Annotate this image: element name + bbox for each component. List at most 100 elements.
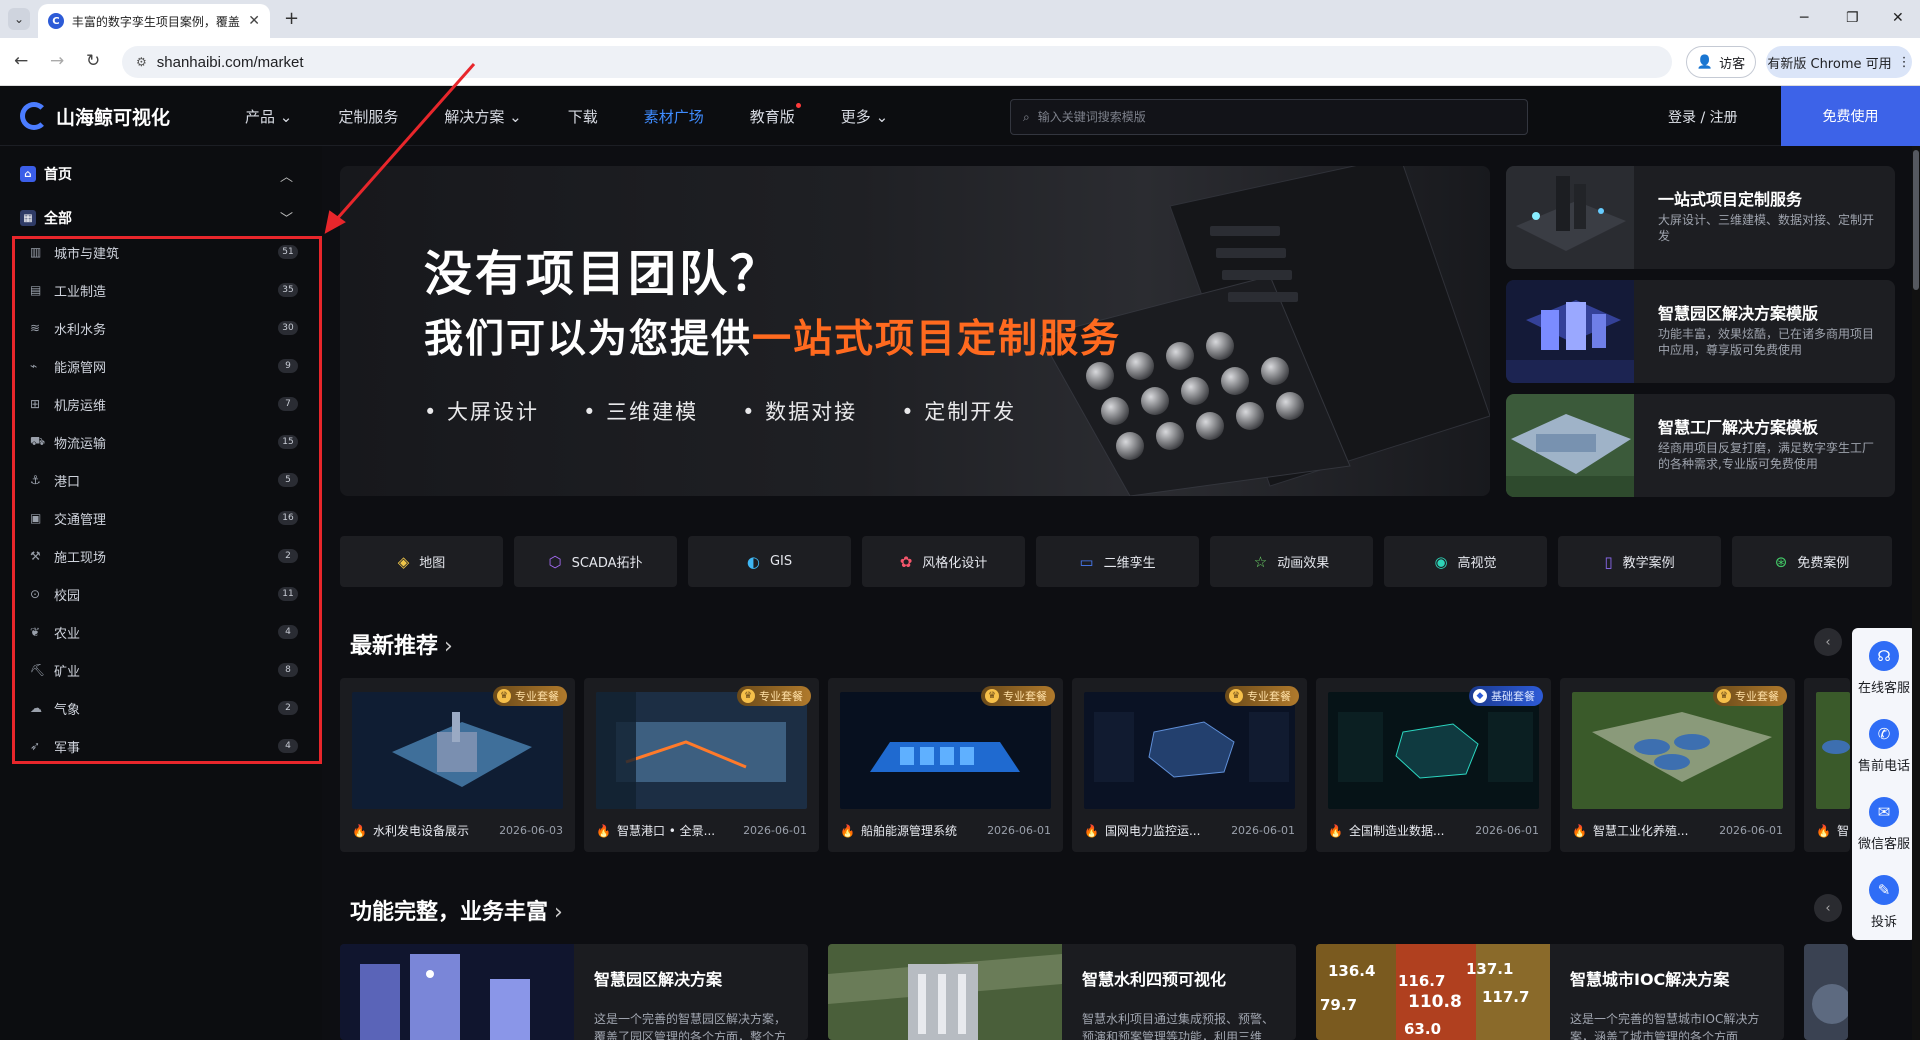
rocket-icon: ➶	[30, 739, 41, 753]
sidebar-item-industry[interactable]: ▤ 工业制造 35	[30, 278, 300, 302]
sidebar-item-weather[interactable]: ☁ 气象 2	[30, 696, 300, 720]
new-tab-icon[interactable]: +	[284, 8, 299, 29]
section-latest-title[interactable]: 最新推荐 ›	[350, 628, 453, 660]
chip-animation[interactable]: ☆ 动画效果	[1210, 536, 1373, 587]
headset-icon: ☊	[1869, 640, 1899, 671]
template-card[interactable]: ♛ 专业套餐 🔥 智慧港口 • 全景... 2026-06-01	[584, 678, 819, 852]
browser-tab[interactable]: C 丰富的数字孪生项目案例，覆盖 ✕	[38, 4, 270, 38]
map-icon: ◈	[397, 552, 410, 571]
logo[interactable]: 山海鲸可视化	[20, 102, 170, 130]
hero-subtitle: 我们可以为您提供一站式项目定制服务	[424, 317, 1122, 362]
browser-tabbar: ⌄ C 丰富的数字孪生项目案例，覆盖 ✕ + ─ ❐ ✕	[0, 0, 1920, 38]
school-icon: ⊙	[30, 587, 41, 601]
scrollbar-thumb[interactable]	[1913, 150, 1919, 290]
heat-value: 116.7	[1398, 972, 1446, 990]
sidebar-item-traffic[interactable]: ▣ 交通管理 16	[30, 506, 300, 530]
nav-download[interactable]: 下载	[568, 106, 598, 127]
sidebar-item-water[interactable]: ≋ 水利水务 30	[30, 316, 300, 340]
chrome-update-button[interactable]: 有新版 Chrome 可用 ⋮	[1766, 46, 1912, 78]
hero-title: 没有项目团队？	[424, 246, 782, 302]
sidebar-item-construction[interactable]: ⚒ 施工现场 2	[30, 544, 300, 568]
nav-custom-service[interactable]: 定制服务	[338, 106, 398, 127]
chip-high-visual[interactable]: ◉ 高视觉	[1384, 536, 1547, 587]
nav-product[interactable]: 产品 ⌄	[245, 106, 292, 127]
chevron-up-icon[interactable]: ︿	[280, 166, 293, 185]
template-card[interactable]: 🔥 智	[1804, 678, 1850, 852]
login-link[interactable]: 登录 / 注册	[1668, 107, 1738, 127]
sidebar-item-mining[interactable]: ⛏ 矿业 8	[30, 658, 300, 682]
forward-icon[interactable]: →	[50, 51, 64, 71]
chip-tutorial[interactable]: ▯ 教学案例	[1558, 536, 1721, 587]
wechat-service-button[interactable]: ✉ 微信客服	[1852, 786, 1916, 862]
count-badge: 4	[278, 739, 298, 753]
restore-icon[interactable]: ❐	[1846, 10, 1859, 26]
plan-badge: ◆ 基础套餐	[1469, 686, 1543, 706]
nav-more[interactable]: 更多 ⌄	[841, 106, 888, 127]
close-window-icon[interactable]: ✕	[1892, 10, 1904, 26]
sidebar-item-agriculture[interactable]: ❦ 农业 4	[30, 620, 300, 644]
minimize-icon[interactable]: ─	[1800, 10, 1808, 26]
online-service-button[interactable]: ☊ 在线客服	[1852, 630, 1916, 706]
card-thumbnail	[1572, 692, 1783, 809]
nav-education[interactable]: 教育版	[750, 102, 801, 127]
back-icon[interactable]: ←	[14, 51, 28, 71]
solution-thumbnail	[340, 944, 574, 1040]
tab-search-icon[interactable]: ⌄	[8, 8, 30, 30]
sidebar-item-datacenter[interactable]: ⊞ 机房运维 7	[30, 392, 300, 416]
guest-profile-button[interactable]: 👤 访客	[1686, 46, 1756, 78]
chip-gis[interactable]: ◐ GIS	[688, 536, 851, 587]
chip-free[interactable]: ⊛ 免费案例	[1732, 536, 1892, 587]
search-box: ⌕	[1010, 99, 1528, 135]
sidebar-item-logistics[interactable]: ⛟ 物流运输 15	[30, 430, 300, 454]
search-input[interactable]	[1037, 110, 1498, 124]
section-solutions-title[interactable]: 功能完整，业务丰富 ›	[350, 894, 563, 926]
complaint-button[interactable]: ✎ 投诉	[1852, 864, 1916, 940]
omnibox[interactable]: ⚙ shanhaibi.com/market	[122, 46, 1672, 78]
card-thumbnail	[840, 692, 1051, 809]
hero-bullet: • 定制开发	[901, 400, 1017, 424]
sidebar-item-city[interactable]: ▥ 城市与建筑 51	[30, 240, 300, 264]
nav-market[interactable]: 素材广场	[644, 106, 704, 127]
url-text[interactable]: shanhaibi.com/market	[157, 54, 304, 71]
site-info-icon[interactable]: ⚙	[136, 55, 147, 69]
count-badge: 5	[278, 473, 298, 487]
heat-value: 79.7	[1320, 996, 1358, 1014]
solution-card[interactable]: 智慧水利四预可视化 智慧水利项目通过集成预报、预警、预演和预案管理等功能，利用三…	[828, 944, 1296, 1040]
promo-card[interactable]: 智慧园区解决方案模版 功能丰富，效果炫酷，已在诸多商用项目中应用，尊享版可免费使…	[1506, 280, 1895, 383]
solution-card[interactable]: 智慧园区解决方案 这是一个完善的智慧园区解决方案，覆盖了园区管理的各个方面，整个…	[340, 944, 808, 1040]
template-card[interactable]: ♛ 专业套餐 🔥 国网电力监控运... 2026-06-01	[1072, 678, 1307, 852]
hero-banner[interactable]: 没有项目团队？ 我们可以为您提供一站式项目定制服务 • 大屏设计 • 三维建模 …	[340, 166, 1490, 496]
reload-icon[interactable]: ↻	[86, 51, 100, 71]
sidebar-item-military[interactable]: ➶ 军事 4	[30, 734, 300, 758]
chevron-down-icon[interactable]: ﹀	[280, 208, 293, 227]
chip-2d-twin[interactable]: ▭ 二维孪生	[1036, 536, 1199, 587]
template-card[interactable]: ♛ 专业套餐 🔥 智慧工业化养殖... 2026-06-01	[1560, 678, 1795, 852]
heat-value: 63.0	[1404, 1020, 1442, 1038]
chip-stylized[interactable]: ✿ 风格化设计	[862, 536, 1025, 587]
sidebar-all[interactable]: ▦ 全部	[20, 208, 72, 228]
chip-map[interactable]: ◈ 地图	[340, 536, 503, 587]
palette-icon: ✿	[899, 552, 913, 571]
template-card[interactable]: ◆ 基础套餐 🔥 全国制造业数据... 2026-06-01	[1316, 678, 1551, 852]
tab-close-icon[interactable]: ✕	[248, 13, 260, 29]
count-badge: 7	[278, 397, 298, 411]
chip-scada[interactable]: ⬡ SCADA拓扑	[514, 536, 677, 587]
template-card[interactable]: ♛ 专业套餐 🔥 船舶能源管理系统 2026-06-01	[828, 678, 1063, 852]
promo-card[interactable]: 智慧工厂解决方案模板 经商用项目反复打磨，满足数字孪生工厂的各种需求,专业版可免…	[1506, 394, 1895, 497]
sidebar-item-campus[interactable]: ⊙ 校园 11	[30, 582, 300, 606]
carousel-prev-icon[interactable]: ‹	[1814, 894, 1842, 922]
solution-card[interactable]: 136.4 116.7 137.1 79.7 110.8 117.7 63.0 …	[1316, 944, 1784, 1040]
card-footer: 🔥 智慧港口 • 全景... 2026-06-01	[596, 823, 807, 839]
sidebar-home[interactable]: ⌂ 首页	[20, 164, 72, 184]
solution-card[interactable]	[1804, 944, 1848, 1040]
sidebar-item-port[interactable]: ⚓ 港口 5	[30, 468, 300, 492]
promo-card[interactable]: 一站式项目定制服务 大屏设计、三维建模、数据对接、定制开发	[1506, 166, 1895, 269]
sidebar-item-energy[interactable]: ⌁ 能源管网 9	[30, 354, 300, 378]
presales-phone-button[interactable]: ✆ 售前电话	[1852, 708, 1916, 784]
template-card[interactable]: ♛ 专业套餐 🔥 水利发电设备展示 2026-06-03	[340, 678, 575, 852]
free-use-button[interactable]: 免费使用	[1781, 86, 1920, 146]
sidebar-home-label: 首页	[44, 167, 72, 183]
carousel-prev-icon[interactable]: ‹	[1814, 628, 1842, 656]
update-label: 有新版 Chrome 可用	[1767, 56, 1892, 72]
nav-solutions[interactable]: 解决方案 ⌄	[444, 106, 521, 127]
